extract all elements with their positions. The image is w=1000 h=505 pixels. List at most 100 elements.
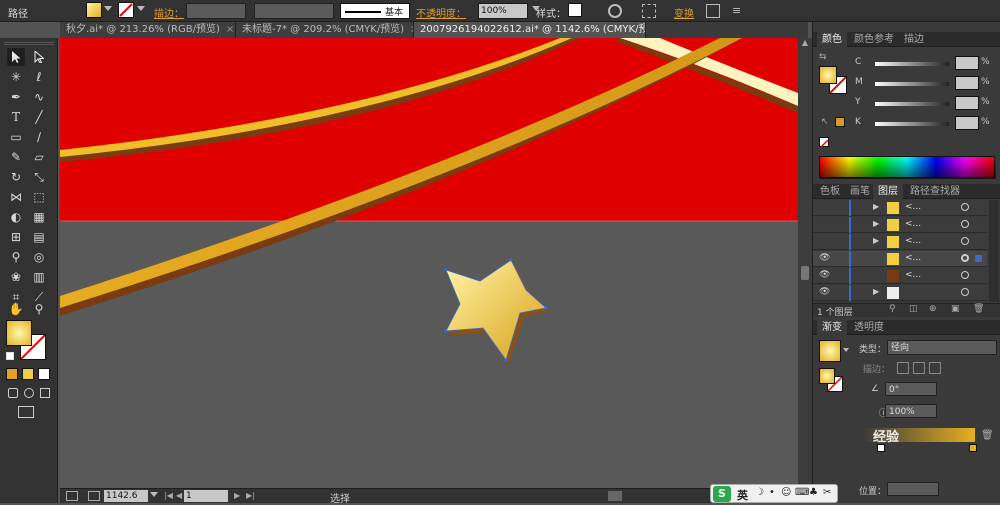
tab-untitled-7[interactable]: 未标题-7* @ 209.2% (CMYK/预览)×: [236, 22, 414, 38]
scale-tool-icon[interactable]: ⤡: [30, 168, 48, 186]
tab-stroke[interactable]: 描边: [899, 32, 929, 47]
default-colors-icon[interactable]: [6, 352, 14, 360]
punctuation-icon[interactable]: •: [769, 487, 775, 498]
hscroll-thumb[interactable]: [608, 491, 622, 501]
rotate-tool-icon[interactable]: ↻: [7, 168, 25, 186]
menu-icon[interactable]: ≡: [732, 4, 746, 18]
page-input[interactable]: 1: [184, 490, 228, 502]
target-icon[interactable]: [961, 271, 969, 279]
draw-normal-icon[interactable]: [8, 388, 18, 398]
tab-pathfinder[interactable]: 路径查找器: [905, 184, 965, 199]
free-transform-icon[interactable]: ⬚: [30, 188, 48, 206]
recolor-icon[interactable]: [608, 4, 622, 18]
keyboard-icon[interactable]: ⌨: [795, 487, 809, 498]
draw-inside-icon[interactable]: [40, 388, 50, 398]
color-spectrum[interactable]: [819, 156, 996, 179]
tab-brushes[interactable]: 画笔: [845, 184, 875, 199]
zoom-tool-icon[interactable]: ⚲: [30, 300, 48, 318]
chevron-down-icon[interactable]: [843, 348, 849, 352]
magic-wand-icon[interactable]: ✳: [7, 68, 25, 86]
tab-gradient[interactable]: 渐变: [817, 320, 847, 335]
tab-swatches[interactable]: 色板: [815, 184, 845, 199]
lasso-icon[interactable]: ℓ: [30, 68, 48, 86]
fill-color-box[interactable]: [6, 320, 32, 346]
mesh-tool-icon[interactable]: ⊞: [7, 228, 25, 246]
target-icon[interactable]: [961, 237, 969, 245]
gamut-swatch[interactable]: [835, 117, 845, 127]
chevron-down-icon[interactable]: [150, 492, 158, 497]
artboard-nav-icon[interactable]: [66, 491, 78, 501]
eye-icon[interactable]: 👁: [819, 253, 830, 263]
expand-arrow-icon[interactable]: ▶: [873, 219, 879, 228]
scrollbar-thumb[interactable]: [801, 266, 809, 280]
magenta-input[interactable]: [955, 76, 979, 90]
direct-selection-tool-icon[interactable]: [30, 48, 48, 66]
selection-tool-icon[interactable]: [7, 48, 25, 66]
none-mode-icon[interactable]: [38, 368, 50, 380]
first-page-icon[interactable]: |◀: [164, 491, 173, 500]
zoom-input[interactable]: 1142.6: [104, 490, 148, 502]
layer-row[interactable]: ▶ <...: [813, 200, 987, 216]
clip-mask-icon[interactable]: ◫: [909, 304, 918, 314]
align-icon[interactable]: [642, 4, 656, 18]
tab-color[interactable]: 颜色: [817, 32, 847, 47]
layer-row-selected[interactable]: 👁 <...: [813, 251, 987, 267]
position-input[interactable]: [887, 482, 939, 496]
vertical-scrollbar[interactable]: ▲: [798, 38, 812, 488]
layers-scrollbar[interactable]: [989, 200, 999, 302]
sogou-logo-icon[interactable]: S: [713, 486, 731, 502]
black-slider[interactable]: [875, 122, 949, 126]
chevron-down-icon[interactable]: [104, 6, 112, 11]
gradient-type-select[interactable]: 径向: [887, 340, 997, 355]
pencil-tool-icon[interactable]: ✎: [7, 148, 25, 166]
swap-icon[interactable]: ⇆: [819, 52, 829, 62]
locate-object-icon[interactable]: ⚲: [889, 304, 896, 314]
chevron-down-icon[interactable]: [137, 6, 145, 11]
prev-page-icon[interactable]: ◀: [176, 491, 182, 500]
target-icon[interactable]: [961, 288, 969, 296]
tab-layers[interactable]: 图层: [873, 184, 903, 199]
stroke-across-icon[interactable]: [929, 362, 941, 374]
column-graph-icon[interactable]: ▥: [30, 268, 48, 286]
stroke-label[interactable]: 描边：: [154, 5, 184, 20]
gold-star[interactable]: [445, 259, 547, 361]
brush-select[interactable]: 基本: [340, 3, 410, 19]
opacity-input[interactable]: 100%: [478, 3, 528, 19]
tab-active-document[interactable]: 2007926194022612.ai* @ 1142.6% (CMYK/预览)…: [414, 22, 646, 38]
tab-qiuxi[interactable]: 秋夕.ai* @ 213.26% (RGB/预览) ×: [60, 22, 236, 38]
transform-icon[interactable]: [706, 4, 720, 18]
new-sublayer-icon[interactable]: ⊕: [929, 304, 937, 314]
angle-input[interactable]: 0°: [885, 382, 937, 396]
opacity-label[interactable]: 不透明度：: [416, 5, 466, 20]
line-tool-icon[interactable]: ╱: [30, 108, 48, 126]
cyan-input[interactable]: [955, 56, 979, 70]
magenta-slider[interactable]: [875, 82, 949, 86]
out-of-gamut-icon[interactable]: ↖: [821, 117, 829, 127]
gradient-fill-icon[interactable]: [819, 368, 835, 384]
rectangle-tool-icon[interactable]: ▭: [7, 128, 25, 146]
stroke-weight-select[interactable]: [186, 3, 246, 19]
style-swatch[interactable]: [568, 3, 582, 17]
width-tool-icon[interactable]: ⋈: [7, 188, 25, 206]
type-tool-icon[interactable]: T: [7, 108, 25, 126]
yellow-input[interactable]: [955, 96, 979, 110]
color-mode-icon[interactable]: [6, 368, 18, 380]
layer-row[interactable]: ▶ <...: [813, 234, 987, 250]
settings-icon[interactable]: ✂: [823, 487, 831, 498]
last-page-icon[interactable]: ▶|: [246, 491, 255, 500]
symbol-sprayer-icon[interactable]: ❀: [7, 268, 25, 286]
variable-width-select[interactable]: [254, 3, 334, 19]
gradient-stop-right[interactable]: [969, 444, 977, 452]
perspective-grid-icon[interactable]: ▦: [30, 208, 48, 226]
stroke-swatch[interactable]: [118, 2, 134, 18]
shape-builder-icon[interactable]: ◐: [7, 208, 25, 226]
fill-swatch[interactable]: [86, 2, 102, 18]
gradient-mode-icon[interactable]: [22, 368, 34, 380]
emoji-icon[interactable]: ☺: [781, 487, 791, 498]
eyedropper-icon[interactable]: ⚲: [7, 248, 25, 266]
expand-arrow-icon[interactable]: ▶: [873, 287, 879, 296]
pen-tool-icon[interactable]: ✒: [7, 88, 25, 106]
blend-tool-icon[interactable]: ◎: [30, 248, 48, 266]
target-icon[interactable]: [961, 203, 969, 211]
ime-lang-toggle[interactable]: 英: [737, 487, 748, 503]
